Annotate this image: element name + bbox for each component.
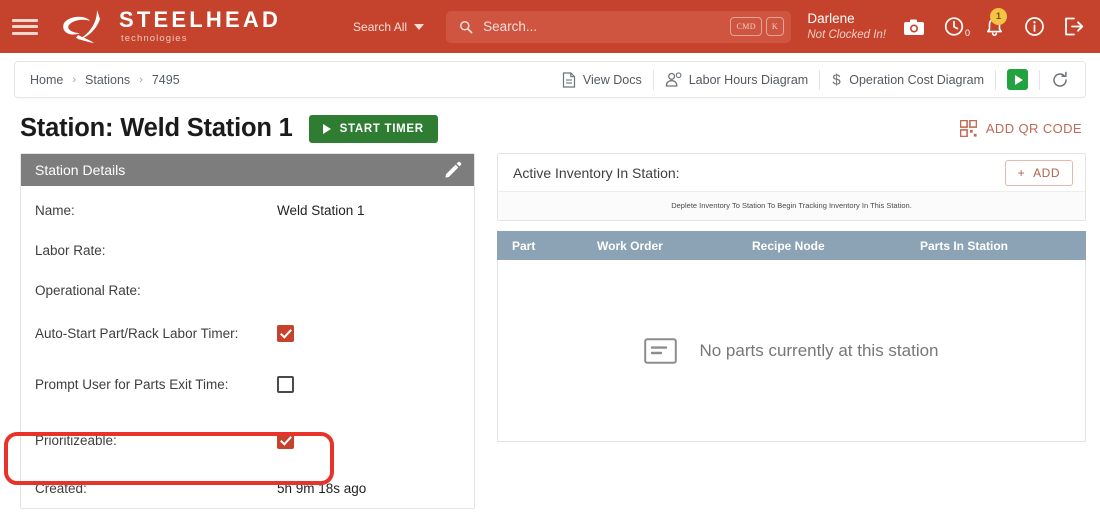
empty-state-icon [644,337,678,364]
document-icon [562,71,575,88]
search-scope-label: Search All [353,19,408,34]
chevron-down-icon [414,23,425,30]
add-qr-code-button[interactable]: ADD QR CODE [959,120,1082,137]
column-header-work-order: Work Order [597,238,663,253]
detail-value: 5h 9m 18s ago [277,480,367,496]
notification-badge: 1 [990,7,1007,25]
refresh-button[interactable] [1040,71,1073,89]
logout-icon[interactable] [1062,15,1086,39]
search-input[interactable]: Search... CMD K [446,10,792,43]
detail-row-labor-rate: Labor Rate: [21,230,474,270]
search-icon [460,20,473,33]
person-gear-icon [665,71,682,87]
prompt-exit-time-checkbox[interactable] [277,375,294,393]
plus-icon: + [1017,165,1026,180]
user-identity[interactable]: Darlene Not Clocked In! [807,11,886,42]
qr-code-icon [959,120,977,137]
dollar-icon: $ [833,71,842,88]
breadcrumb-item-current[interactable]: 7495 [152,73,180,87]
detail-row-created: Created: 5h 9m 18s ago [21,468,474,508]
breadcrumb-item-stations[interactable]: Stations [85,73,130,87]
divider [995,69,996,90]
breadcrumb-item-home[interactable]: Home [30,73,63,87]
operation-cost-label: Operation Cost Diagram [849,72,984,87]
brand-name: STEELHEAD [119,7,282,33]
start-timer-button[interactable]: START TIMER [308,114,438,143]
active-inventory-column: Active Inventory In Station: + ADD Deple… [497,153,1086,509]
breadcrumb-bar-wrapper: Home › Stations › 7495 View Docs Labor H… [0,53,1100,98]
info-icon[interactable] [1022,15,1046,39]
station-details-title: Station Details [35,162,126,178]
edit-pencil-icon[interactable] [443,161,462,180]
start-timer-label: START TIMER [339,122,424,135]
add-qr-code-label: ADD QR CODE [985,121,1082,136]
detail-row-operational-rate: Operational Rate: [21,270,474,310]
main-content: Station Details Name: Weld Station 1 Lab… [0,153,1100,509]
page-title-row: Station: Weld Station 1 START TIMER ADD … [0,98,1100,153]
inventory-table-header: Part Work Order Recipe Node Parts In Sta… [497,231,1086,260]
auto-start-timer-checkbox[interactable] [277,324,294,342]
breadcrumb-bar: Home › Stations › 7495 View Docs Labor H… [14,61,1086,98]
station-details-body: Name: Weld Station 1 Labor Rate: Operati… [21,186,474,508]
detail-label: Prioritizeable: [35,432,117,448]
clock-icon[interactable]: 0 [942,15,970,39]
detail-label: Prompt User for Parts Exit Time: [35,376,229,392]
app-header: STEELHEAD technologies Search All Search… [0,0,1100,53]
refresh-icon [1053,71,1067,87]
svg-text:$: $ [833,71,842,88]
detail-label: Labor Rate: [35,242,106,258]
column-header-recipe-node: Recipe Node [752,238,825,253]
prioritizeable-checkbox[interactable] [277,431,294,449]
play-icon [322,123,331,134]
detail-label: Created: [35,480,87,496]
search-scope-dropdown[interactable]: Search All [353,19,425,34]
brand-logo[interactable]: STEELHEAD technologies [56,7,281,47]
kbd-cmd-badge: CMD [730,17,762,36]
labor-hours-diagram-button[interactable]: Labor Hours Diagram [654,71,820,88]
user-area: Darlene Not Clocked In! 0 1 [807,7,1086,42]
operation-cost-diagram-button[interactable]: $ Operation Cost Diagram [820,71,995,88]
steelhead-fish-icon [63,9,100,43]
kbd-k-badge: K [765,17,785,36]
clock-status: Not Clocked In! [807,28,886,41]
column-header-part: Part [512,238,536,253]
search-placeholder-text: Search... [483,19,538,34]
user-name: Darlene [807,10,855,26]
run-play-button[interactable] [1007,69,1028,90]
detail-row-prioritizeable: Prioritizeable: [21,412,474,468]
labor-hours-label: Labor Hours Diagram [688,72,809,87]
detail-row-prompt-exit-time: Prompt User for Parts Exit Time: [21,356,474,412]
active-inventory-title: Active Inventory In Station: [513,164,680,181]
detail-row-name: Name: Weld Station 1 [21,190,474,230]
active-inventory-header: Active Inventory In Station: + ADD [498,154,1085,192]
column-header-parts-in-station: Parts In Station [920,238,1009,253]
hamburger-menu-icon[interactable] [12,17,38,37]
notifications-bell-icon[interactable]: 1 [982,7,1007,39]
brand-subtitle: technologies [121,33,188,45]
add-inventory-button[interactable]: + ADD [1004,159,1073,186]
inventory-hint-text: Deplete Inventory To Station To Begin Tr… [498,192,1085,220]
view-docs-label: View Docs [582,72,642,87]
add-inventory-label: ADD [1033,165,1060,180]
page-title: Station: Weld Station 1 [20,114,293,142]
inventory-table-body: No parts currently at this station [497,260,1086,442]
station-details-column: Station Details Name: Weld Station 1 Lab… [20,153,475,509]
active-inventory-card: Active Inventory In Station: + ADD Deple… [497,153,1086,221]
breadcrumb-separator-icon: › [72,73,77,86]
detail-row-auto-start-timer: Auto-Start Part/Rack Labor Timer: [21,310,474,356]
breadcrumb-actions: View Docs Labor Hours Diagram $ Operatio… [551,69,1073,90]
detail-value: Weld Station 1 [277,202,365,218]
detail-label: Auto-Start Part/Rack Labor Timer: [35,325,239,341]
breadcrumb-separator-icon: › [139,73,143,86]
detail-label: Name: [35,202,75,218]
detail-label: Operational Rate: [35,282,141,298]
station-details-header: Station Details [21,154,474,186]
view-docs-button[interactable]: View Docs [551,71,653,88]
clock-count: 0 [964,27,970,38]
station-details-card: Station Details Name: Weld Station 1 Lab… [20,153,475,509]
camera-icon[interactable] [902,15,926,39]
empty-state-message: No parts currently at this station [699,340,939,360]
